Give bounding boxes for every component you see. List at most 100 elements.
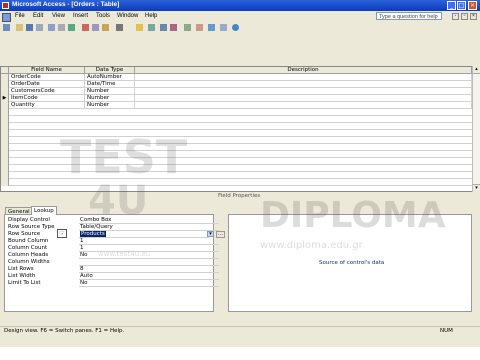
description-cell[interactable] — [135, 95, 472, 102]
row-selector[interactable] — [1, 179, 9, 186]
field-name-cell[interactable]: ItemCode — [9, 95, 85, 102]
row-source-value[interactable]: Products — [80, 231, 106, 237]
property-row[interactable]: List Width Auto — [8, 273, 219, 280]
row-selector[interactable]: ▶ — [1, 95, 9, 102]
description-cell[interactable] — [135, 74, 472, 81]
table-row[interactable] — [1, 158, 474, 165]
dropdown-arrow-icon[interactable]: ▾ — [207, 231, 214, 237]
field-name-cell[interactable]: OrderDate — [9, 81, 85, 88]
property-row[interactable]: Column Heads No — [8, 252, 219, 259]
table-row[interactable] — [1, 144, 474, 151]
insert-rows-icon[interactable] — [160, 24, 167, 31]
row-selector[interactable] — [1, 172, 9, 179]
property-value[interactable]: No — [79, 252, 219, 259]
data-type-cell[interactable]: AutoNumber — [85, 74, 135, 81]
description-cell[interactable] — [135, 88, 472, 95]
menu-insert[interactable]: Insert — [73, 13, 88, 19]
menu-help[interactable]: Help — [145, 13, 157, 19]
property-value[interactable]: 1 — [79, 238, 219, 245]
property-value[interactable]: Auto — [79, 273, 219, 280]
table-row[interactable]: CustomersCode Number — [1, 88, 474, 95]
row-selector[interactable] — [1, 123, 9, 130]
data-type-cell[interactable]: Date/Time — [85, 81, 135, 88]
table-row[interactable]: OrderCode AutoNumber — [1, 74, 474, 81]
paste-icon[interactable] — [102, 24, 109, 31]
table-doc-icon[interactable] — [2, 13, 11, 22]
row-selector[interactable] — [1, 151, 9, 158]
property-row[interactable]: Limit To List No — [8, 280, 219, 287]
search-icon[interactable] — [36, 24, 43, 31]
doc-restore-button[interactable]: ▫ — [461, 13, 468, 20]
help-icon[interactable] — [232, 24, 239, 31]
new-icon[interactable] — [16, 24, 23, 31]
row-selector[interactable] — [1, 165, 9, 172]
field-name-cell[interactable]: Quantity — [9, 102, 85, 109]
print-preview-icon[interactable] — [58, 24, 65, 31]
undo-icon[interactable] — [116, 24, 123, 31]
row-selector[interactable] — [1, 74, 9, 81]
row-selector[interactable] — [1, 88, 9, 95]
property-row-row-source[interactable]: Row Source Products ▾ … — [8, 231, 225, 238]
table-row[interactable] — [1, 172, 474, 179]
new-object-icon[interactable] — [220, 24, 227, 31]
properties-icon[interactable] — [184, 24, 191, 31]
spelling-icon[interactable] — [68, 24, 75, 31]
property-row[interactable]: Column Widths — [8, 259, 219, 266]
property-row[interactable]: Bound Column 1 — [8, 238, 219, 245]
data-type-cell[interactable]: Number — [85, 95, 135, 102]
property-value[interactable]: 8 — [79, 266, 219, 273]
delete-rows-icon[interactable] — [170, 24, 177, 31]
tab-lookup[interactable]: Lookup — [31, 206, 57, 215]
description-cell[interactable] — [135, 102, 472, 109]
grid-vertical-scrollbar[interactable]: ▴ ▾ — [472, 66, 480, 192]
property-value[interactable]: Table/Query — [79, 224, 219, 231]
table-row[interactable] — [1, 109, 474, 116]
property-row[interactable]: Row Source Type Table/Query — [8, 224, 219, 231]
menu-view[interactable]: View — [52, 13, 65, 19]
property-value[interactable]: No — [79, 280, 219, 287]
table-row[interactable] — [1, 123, 474, 130]
data-type-cell[interactable]: Number — [85, 88, 135, 95]
property-row[interactable]: Column Count 1 — [8, 245, 219, 252]
field-name-cell[interactable]: OrderCode — [9, 74, 85, 81]
row-source-combo[interactable]: Products — [79, 231, 209, 238]
row-selector[interactable] — [1, 116, 9, 123]
table-row[interactable]: ▶ ItemCode Number — [1, 95, 474, 102]
description-cell[interactable] — [135, 81, 472, 88]
help-question-input[interactable]: Type a question for help — [376, 12, 442, 20]
primary-key-icon[interactable] — [136, 24, 143, 31]
property-row[interactable]: List Rows 8 — [8, 266, 219, 273]
menu-tools[interactable]: Tools — [96, 13, 110, 19]
close-button[interactable]: × — [468, 1, 477, 10]
database-window-icon[interactable] — [208, 24, 215, 31]
row-selector[interactable] — [1, 158, 9, 165]
scroll-down-icon[interactable]: ▾ — [473, 184, 480, 192]
minimize-button[interactable]: _ — [447, 1, 456, 10]
property-value[interactable]: Combo Box — [79, 217, 219, 224]
field-name-cell[interactable]: CustomersCode — [9, 88, 85, 95]
menu-edit[interactable]: Edit — [33, 13, 43, 19]
cut-icon[interactable] — [82, 24, 89, 31]
copy-icon[interactable] — [92, 24, 99, 31]
table-row[interactable]: OrderDate Date/Time — [1, 81, 474, 88]
menu-file[interactable]: File — [15, 13, 25, 19]
print-icon[interactable] — [48, 24, 55, 31]
view-icon[interactable] — [3, 24, 10, 31]
data-type-cell[interactable]: Number — [85, 102, 135, 109]
table-row[interactable] — [1, 151, 474, 158]
table-row[interactable]: Quantity Number — [1, 102, 474, 109]
property-value[interactable]: 1 — [79, 245, 219, 252]
row-selector[interactable] — [1, 102, 9, 109]
indexes-icon[interactable] — [148, 24, 155, 31]
row-selector[interactable] — [1, 81, 9, 88]
save-icon[interactable] — [26, 24, 33, 31]
table-row[interactable] — [1, 130, 474, 137]
doc-close-button[interactable]: × — [470, 13, 477, 20]
row-selector[interactable] — [1, 144, 9, 151]
menu-window[interactable]: Window — [117, 13, 138, 19]
maximize-button[interactable]: □ — [457, 1, 466, 10]
table-row[interactable] — [1, 137, 474, 144]
property-value[interactable] — [79, 259, 219, 266]
property-row[interactable]: Display Control Combo Box — [8, 217, 219, 224]
scroll-up-icon[interactable]: ▴ — [473, 66, 480, 74]
